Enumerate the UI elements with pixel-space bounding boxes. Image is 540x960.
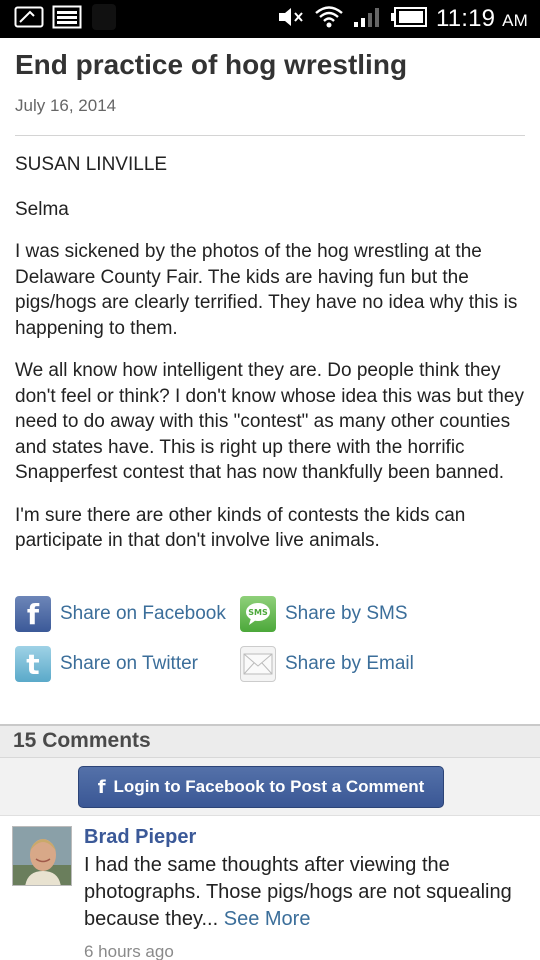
status-time: 11:19 AM — [435, 5, 528, 32]
see-more-link[interactable]: See More — [224, 908, 311, 930]
share-facebook-label: Share on Facebook — [60, 603, 226, 624]
share-sms-label: Share by SMS — [285, 603, 408, 624]
share-facebook-button[interactable]: f Share on Facebook — [15, 596, 240, 632]
email-icon — [240, 646, 276, 682]
article-city: Selma — [15, 198, 69, 220]
article-author: SUSAN LINVILLE — [15, 154, 168, 175]
share-twitter-button[interactable]: t Share on Twitter — [15, 646, 240, 682]
twitter-icon: t — [15, 646, 51, 682]
comment-login-area: f Login to Facebook to Post a Comment — [0, 758, 540, 816]
share-sms-button[interactable]: SMS Share by SMS — [240, 596, 465, 632]
article-title: End practice of hog wrestling — [15, 49, 408, 80]
share-email-button[interactable]: Share by Email — [240, 646, 465, 682]
mute-icon — [276, 5, 306, 34]
screenshot-icon — [52, 5, 82, 34]
divider — [15, 135, 525, 136]
status-bar: 11:19 AM — [0, 0, 540, 38]
article: End practice of hog wrestling July 16, 2… — [0, 38, 540, 554]
facebook-icon: f — [15, 596, 51, 632]
comment-author[interactable]: Brad Pieper — [84, 826, 528, 849]
messaging-icon — [14, 6, 44, 33]
article-paragraph: I was sickened by the photos of the hog … — [15, 241, 518, 339]
comments-header: 15 Comments — [0, 726, 540, 758]
article-paragraph: I'm sure there are other kinds of contes… — [15, 504, 466, 552]
avatar[interactable] — [12, 826, 72, 886]
sms-icon: SMS — [240, 596, 276, 632]
redacted-notification-icon — [90, 2, 118, 37]
facebook-login-label: Login to Facebook to Post a Comment — [113, 777, 425, 796]
share-email-label: Share by Email — [285, 653, 414, 674]
battery-icon — [390, 6, 428, 33]
article-paragraph: We all know how intelligent they are. Do… — [15, 360, 524, 483]
svg-text:SMS: SMS — [248, 608, 268, 617]
comment-time: 6 hours ago — [84, 942, 174, 960]
facebook-login-button[interactable]: f Login to Facebook to Post a Comment — [78, 766, 444, 808]
share-section: f Share on Facebook SMS Share by SMS t S… — [15, 596, 525, 696]
comment-text: I had the same thoughts after viewing th… — [84, 854, 512, 930]
signal-icon — [352, 5, 382, 34]
facebook-icon: f — [97, 776, 106, 798]
share-twitter-label: Share on Twitter — [60, 653, 199, 674]
wifi-icon — [314, 4, 344, 35]
comments-count: 15 Comments — [13, 729, 151, 752]
article-date: July 16, 2014 — [15, 96, 117, 115]
